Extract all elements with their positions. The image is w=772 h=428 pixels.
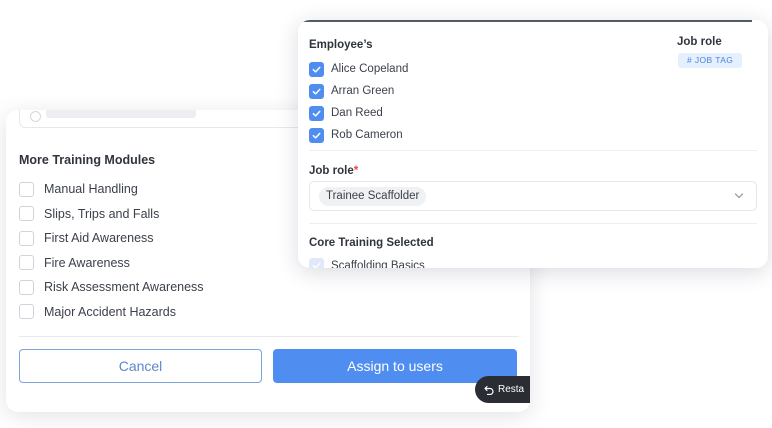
module-label: Major Accident Hazards [44,304,177,319]
employee-item[interactable]: Dan Reed [309,102,408,124]
employee-name: Rob Cameron [331,129,403,141]
undo-icon [484,385,494,395]
core-training-item[interactable]: Scaffolding Basics [309,258,425,268]
divider [309,223,757,224]
chevron-down-icon [734,193,744,199]
employee-item[interactable]: Rob Cameron [309,124,408,146]
search-icon [30,111,41,122]
module-item[interactable]: Risk Assessment Awareness [19,275,204,300]
job-role-heading: Job role [677,36,722,48]
job-role-chip: Trainee Scaffolder [319,187,427,206]
module-item[interactable]: Manual Handling [19,177,204,202]
module-checkbox[interactable] [19,230,34,246]
employees-card: Employee’s Alice Copeland Arran Green Da… [298,20,768,268]
module-label: Fire Awareness [44,255,130,270]
employee-checkbox[interactable] [309,61,324,77]
module-checkbox[interactable] [19,279,34,295]
search-placeholder [46,110,196,118]
core-training-heading: Core Training Selected [309,237,434,249]
restart-label: Resta [498,384,525,395]
module-label: Manual Handling [44,182,138,197]
employee-item[interactable]: Alice Copeland [309,58,408,80]
divider [309,150,757,151]
employee-checkbox[interactable] [309,83,324,99]
restart-button[interactable]: Resta [475,376,530,403]
checkmark-icon [312,110,321,117]
module-item[interactable]: Major Accident Hazards [19,300,204,325]
employee-checkbox[interactable] [309,127,324,143]
checkmark-icon [312,132,321,139]
module-checkbox[interactable] [19,206,34,222]
job-role-select[interactable]: Trainee Scaffolder [309,181,757,211]
module-label: First Aid Awareness [44,231,154,246]
employee-name: Arran Green [331,85,395,97]
employee-name: Dan Reed [331,107,383,119]
module-checkbox[interactable] [19,304,34,320]
module-checkbox[interactable] [19,255,34,271]
checkmark-icon [312,66,321,73]
modules-section-title: More Training Modules [19,153,156,167]
module-item[interactable]: First Aid Awareness [19,226,204,251]
job-role-field-label: Job role* [309,165,358,177]
core-training-label: Scaffolding Basics [331,259,425,269]
divider [19,336,519,337]
card-top-rule [298,20,752,22]
module-label: Risk Assessment Awareness [44,280,204,295]
module-item[interactable]: Fire Awareness [19,251,204,276]
checkmark-icon [312,262,321,268]
cancel-button[interactable]: Cancel [19,349,262,383]
module-list: Manual Handling Slips, Trips and Falls F… [19,177,204,324]
checkmark-icon [312,88,321,95]
employee-list: Alice Copeland Arran Green Dan Reed Rob … [309,58,408,146]
stage: More Training Modules Manual Handling Sl… [0,0,772,428]
job-tag-badge[interactable]: # JOB TAG [678,53,743,68]
module-label: Slips, Trips and Falls [44,206,160,221]
required-marker: * [353,165,359,177]
module-item[interactable]: Slips, Trips and Falls [19,202,204,227]
employee-name: Alice Copeland [331,63,409,75]
module-checkbox[interactable] [19,181,34,197]
job-role-label-text: Job role [309,165,354,177]
employee-item[interactable]: Arran Green [309,80,408,102]
employees-heading: Employee’s [309,39,373,51]
core-training-checkbox[interactable] [309,258,324,268]
employee-checkbox[interactable] [309,105,324,121]
